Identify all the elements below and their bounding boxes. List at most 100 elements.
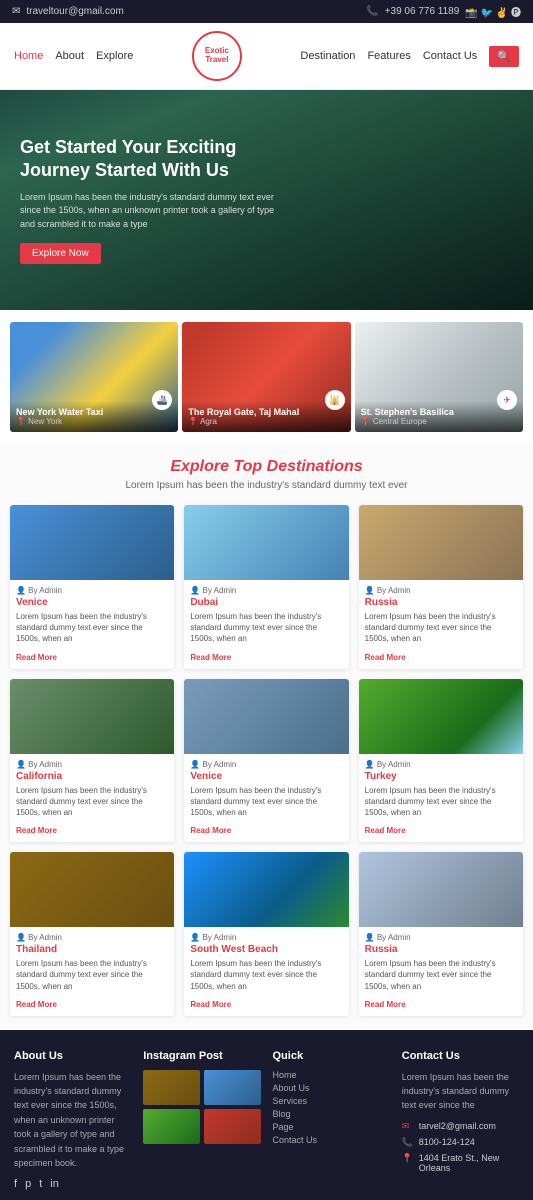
footer-quick: Quick HomeAbout UsServicesBlogPageContac… xyxy=(273,1050,390,1191)
social-icons: 📸 🐦 ✌ 🅟 xyxy=(465,4,521,19)
dest-body-4: 👤 By Admin Venice Lorem Ipsum has been t… xyxy=(184,754,348,843)
footer-contact-text: Lorem Ipsum has been the industry's stan… xyxy=(402,1070,519,1113)
dest-card-8: 👤 By Admin Russia Lorem Ipsum has been t… xyxy=(359,852,523,1016)
insta-thumb-2 xyxy=(204,1070,261,1105)
dest-desc-4: Lorem Ipsum has been the industry's stan… xyxy=(190,785,342,819)
nav-left: Home About Explore xyxy=(14,50,133,62)
dest-img-1 xyxy=(184,505,348,580)
dest-name-8: Russia xyxy=(365,944,517,955)
feat-loc-3: 📍 Central Europe xyxy=(361,417,517,426)
dest-name-3: California xyxy=(16,771,168,782)
feat-name-3: St. Stephen's Basilica xyxy=(361,407,517,417)
footer-contact-title: Contact Us xyxy=(402,1050,519,1062)
hero-content: Get Started Your Exciting Journey Starte… xyxy=(20,136,280,264)
contact-address: 1404 Erato St., New Orleans xyxy=(419,1153,519,1173)
dest-card-1: 👤 By Admin Dubai Lorem Ipsum has been th… xyxy=(184,505,348,669)
linkedin-icon[interactable]: in xyxy=(50,1178,59,1190)
logo: Exotic Travel xyxy=(192,31,242,81)
nav-explore[interactable]: Explore xyxy=(96,50,133,62)
dest-name-5: Turkey xyxy=(365,771,517,782)
read-more-2[interactable]: Read More xyxy=(365,653,406,662)
top-email: traveltour@gmail.com xyxy=(26,6,123,17)
read-more-8[interactable]: Read More xyxy=(365,1000,406,1009)
quick-links: Home About Us Services Blog Page Contact Us xyxy=(273,1070,390,1145)
email-icon: ✉ xyxy=(12,6,20,17)
read-more-1[interactable]: Read More xyxy=(190,653,231,662)
explore-button[interactable]: Explore Now xyxy=(20,243,101,264)
footer: About Us Lorem Ipsum has been the indust… xyxy=(0,1030,533,1200)
footer-about-title: About Us xyxy=(14,1050,131,1062)
dest-name-0: Venice xyxy=(16,597,168,608)
dest-meta-6: 👤 By Admin xyxy=(16,933,168,942)
dest-body-3: 👤 By Admin California Lorem Ipsum has be… xyxy=(10,754,174,843)
footer-instagram: Instagram Post xyxy=(143,1050,260,1191)
dest-img-3 xyxy=(10,679,174,754)
footer-social: f p t in xyxy=(14,1178,131,1190)
nav-contact[interactable]: Contact Us xyxy=(423,50,477,62)
footer-about: About Us Lorem Ipsum has been the indust… xyxy=(14,1050,131,1191)
nav-home[interactable]: Home xyxy=(14,50,43,62)
dest-img-0 xyxy=(10,505,174,580)
instagram-grid xyxy=(143,1070,260,1144)
read-more-7[interactable]: Read More xyxy=(190,1000,231,1009)
contact-address-row: 📍 1404 Erato St., New Orleans xyxy=(402,1153,519,1173)
read-more-4[interactable]: Read More xyxy=(190,826,231,835)
dest-desc-5: Lorem Ipsum has been the industry's stan… xyxy=(365,785,517,819)
twitter-icon[interactable]: t xyxy=(39,1178,42,1190)
pinterest-icon[interactable]: p xyxy=(25,1178,31,1190)
quick-link-3[interactable]: Blog xyxy=(273,1109,390,1119)
quick-link-2[interactable]: Services xyxy=(273,1096,390,1106)
read-more-6[interactable]: Read More xyxy=(16,1000,57,1009)
nav-features[interactable]: Features xyxy=(367,50,410,62)
destinations-section: Explore Top Destinations Lorem Ipsum has… xyxy=(0,444,533,1030)
read-more-5[interactable]: Read More xyxy=(365,826,406,835)
footer-about-text: Lorem Ipsum has been the industry's stan… xyxy=(14,1070,131,1171)
footer-contact: Contact Us Lorem Ipsum has been the indu… xyxy=(402,1050,519,1191)
top-bar-left: ✉ traveltour@gmail.com xyxy=(12,6,124,17)
dest-name-7: South West Beach xyxy=(190,944,342,955)
navbar: Home About Explore Exotic Travel Destina… xyxy=(0,23,533,90)
dest-desc-2: Lorem Ipsum has been the industry's stan… xyxy=(365,611,517,645)
read-more-0[interactable]: Read More xyxy=(16,653,57,662)
quick-link-5[interactable]: Contact Us xyxy=(273,1135,390,1145)
email-icon: ✉ xyxy=(402,1121,414,1132)
nav-destination[interactable]: Destination xyxy=(300,50,355,62)
nav-about[interactable]: About xyxy=(55,50,84,62)
contact-phone: 8100-124-124 xyxy=(419,1137,475,1147)
search-button[interactable]: 🔍 xyxy=(489,46,519,67)
feat-name-1: New York Water Taxi xyxy=(16,407,172,417)
feat-overlay-3: St. Stephen's Basilica 📍 Central Europe xyxy=(355,401,523,432)
location-icon: 📍 xyxy=(402,1153,414,1164)
quick-link-4[interactable]: Page xyxy=(273,1122,390,1132)
destinations-subtitle: Lorem Ipsum has been the industry's stan… xyxy=(10,480,523,491)
quick-link-1[interactable]: About Us xyxy=(273,1083,390,1093)
dest-img-8 xyxy=(359,852,523,927)
dest-img-7 xyxy=(184,852,348,927)
insta-thumb-3 xyxy=(143,1109,200,1144)
dest-body-5: 👤 By Admin Turkey Lorem Ipsum has been t… xyxy=(359,754,523,843)
dest-meta-0: 👤 By Admin xyxy=(16,586,168,595)
dest-desc-6: Lorem Ipsum has been the industry's stan… xyxy=(16,958,168,992)
dest-desc-0: Lorem Ipsum has been the industry's stan… xyxy=(16,611,168,645)
dest-img-6 xyxy=(10,852,174,927)
dest-img-4 xyxy=(184,679,348,754)
feat-loc-1: 📍 New York xyxy=(16,417,172,426)
destinations-grid: 👤 By Admin Venice Lorem Ipsum has been t… xyxy=(10,505,523,1016)
quick-link-0[interactable]: Home xyxy=(273,1070,390,1080)
dest-card-5: 👤 By Admin Turkey Lorem Ipsum has been t… xyxy=(359,679,523,843)
read-more-3[interactable]: Read More xyxy=(16,826,57,835)
dest-desc-1: Lorem Ipsum has been the industry's stan… xyxy=(190,611,342,645)
feat-icon-2: 🕌 xyxy=(325,390,345,410)
dest-meta-1: 👤 By Admin xyxy=(190,586,342,595)
dest-desc-3: Lorem Ipsum has been the industry's stan… xyxy=(16,785,168,819)
dest-body-7: 👤 By Admin South West Beach Lorem Ipsum … xyxy=(184,927,348,1016)
dest-body-8: 👤 By Admin Russia Lorem Ipsum has been t… xyxy=(359,927,523,1016)
dest-body-0: 👤 By Admin Venice Lorem Ipsum has been t… xyxy=(10,580,174,669)
dest-card-7: 👤 By Admin South West Beach Lorem Ipsum … xyxy=(184,852,348,1016)
contact-email-row: ✉ tarvel2@gmail.com xyxy=(402,1121,519,1132)
feat-icon-3: ✈ xyxy=(497,390,517,410)
contact-email: tarvel2@gmail.com xyxy=(419,1121,496,1131)
feat-overlay-2: The Royal Gate, Taj Mahal 📍 Agra xyxy=(182,401,350,432)
logo-line2: Travel xyxy=(205,56,228,65)
fb-icon[interactable]: f xyxy=(14,1178,17,1190)
